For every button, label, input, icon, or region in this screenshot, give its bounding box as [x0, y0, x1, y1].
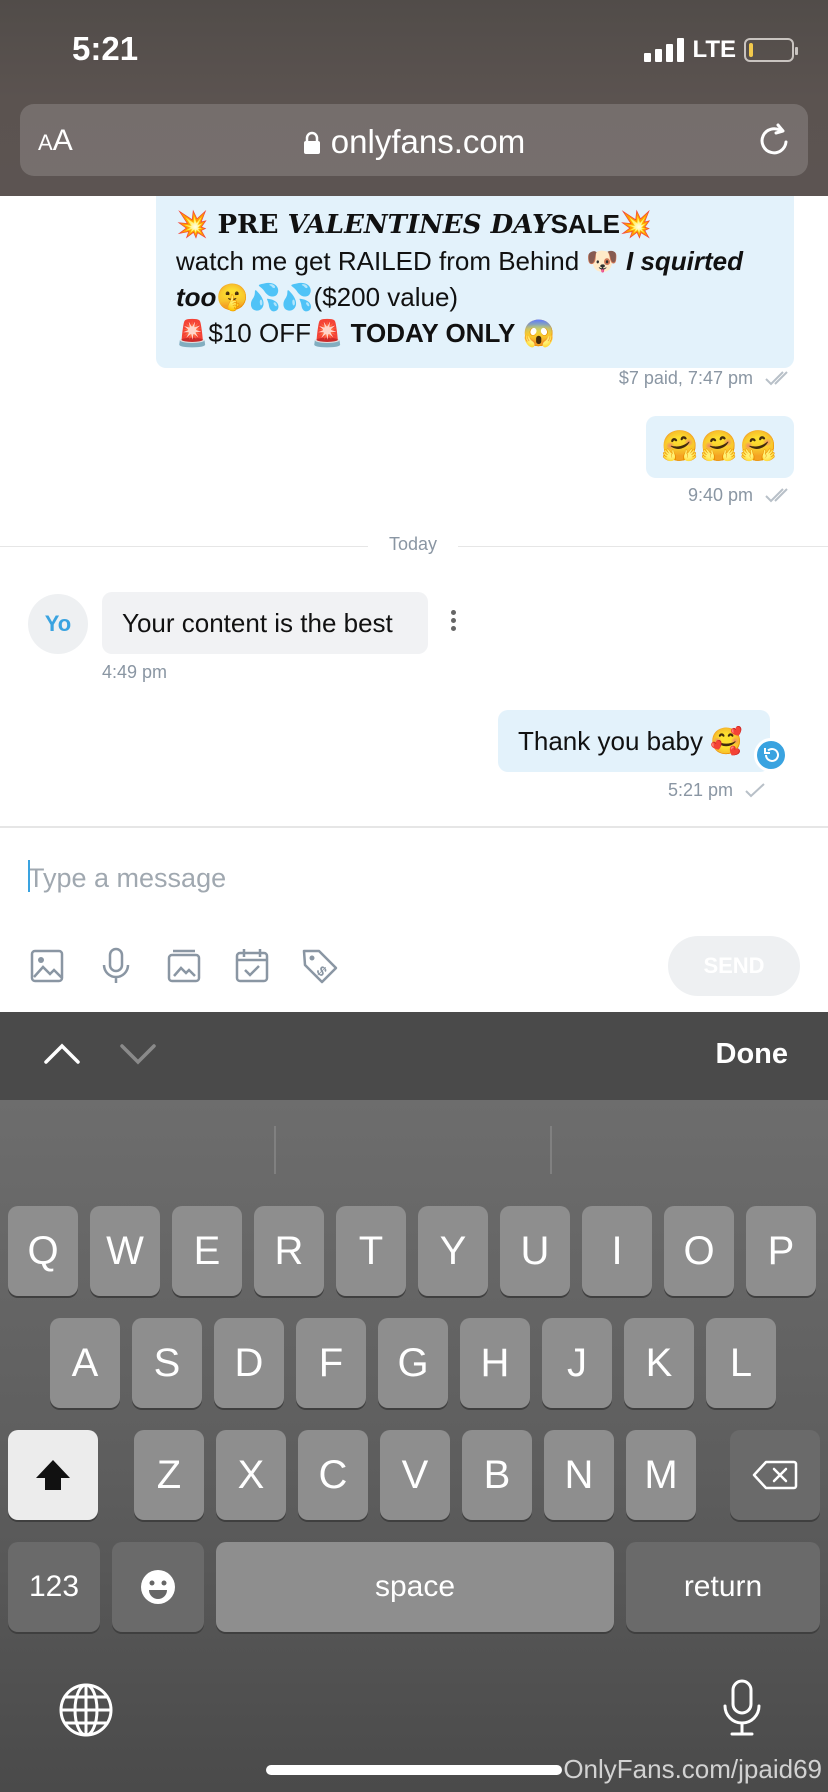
key-b[interactable]: B: [462, 1430, 532, 1520]
space-key[interactable]: space: [216, 1542, 614, 1632]
status-time: 5:21: [72, 30, 139, 67]
key-j[interactable]: J: [542, 1318, 612, 1408]
key-g[interactable]: G: [378, 1318, 448, 1408]
promo-message-bubble[interactable]: 💥 PRE VALENTINES DAYSALE💥 watch me get R…: [156, 196, 794, 368]
key-y[interactable]: Y: [418, 1206, 488, 1296]
emoji-key[interactable]: [112, 1542, 204, 1632]
key-u[interactable]: U: [500, 1206, 570, 1296]
key-f[interactable]: F: [296, 1318, 366, 1408]
promo-line-2: watch me get RAILED from Behind 🐶 I squi…: [176, 246, 744, 276]
calendar-check-icon[interactable]: [232, 946, 272, 986]
promo-line-4: 🚨$10 OFF🚨 TODAY ONLY 😱: [176, 318, 555, 348]
microphone-icon[interactable]: [96, 946, 136, 986]
double-check-icon: [765, 371, 788, 386]
undo-icon[interactable]: [754, 738, 788, 772]
key-t[interactable]: T: [336, 1206, 406, 1296]
check-icon: [745, 783, 765, 798]
vault-icon[interactable]: [164, 946, 204, 986]
key-r[interactable]: R: [254, 1206, 324, 1296]
key-i[interactable]: I: [582, 1206, 652, 1296]
date-divider-label: Today: [368, 534, 458, 555]
promo-line-1: 💥 PRE VALENTINES DAYSALE💥: [176, 209, 653, 240]
globe-icon[interactable]: [58, 1682, 114, 1738]
double-check-icon: [765, 488, 788, 503]
signal-icon: [644, 38, 685, 62]
key-q[interactable]: Q: [8, 1206, 78, 1296]
address-bar[interactable]: AA onlyfans.com: [20, 104, 808, 176]
outgoing-message-bubble[interactable]: Thank you baby 🥰: [498, 710, 770, 772]
delete-key[interactable]: [730, 1430, 820, 1520]
key-l[interactable]: L: [706, 1318, 776, 1408]
key-o[interactable]: O: [664, 1206, 734, 1296]
key-x[interactable]: X: [216, 1430, 286, 1520]
key-v[interactable]: V: [380, 1430, 450, 1520]
key-n[interactable]: N: [544, 1430, 614, 1520]
promo-line-3: too🤫💦💦($200 value): [176, 282, 459, 312]
message-input[interactable]: [28, 858, 628, 898]
key-k[interactable]: K: [624, 1318, 694, 1408]
message-thread[interactable]: 💥 PRE VALENTINES DAYSALE💥 watch me get R…: [0, 196, 828, 826]
key-a[interactable]: A: [50, 1318, 120, 1408]
key-z[interactable]: Z: [134, 1430, 204, 1520]
reload-icon[interactable]: [758, 122, 792, 158]
key-h[interactable]: H: [460, 1318, 530, 1408]
avatar[interactable]: Yo: [28, 594, 88, 654]
return-key[interactable]: return: [626, 1542, 820, 1632]
backspace-icon: [752, 1460, 798, 1490]
dictation-mic-icon[interactable]: [722, 1678, 762, 1738]
keyboard: QWERTYUIOP ASDFGHJKL ZXCVBNM 123 space r…: [0, 1100, 828, 1792]
price-tag-icon[interactable]: $: [300, 946, 340, 986]
keyboard-accessory-bar: Done: [0, 1012, 828, 1100]
done-button[interactable]: Done: [716, 1038, 789, 1071]
outgoing-meta: 5:21 pm: [668, 780, 766, 801]
url-display[interactable]: onlyfans.com: [20, 123, 808, 161]
send-button[interactable]: SEND: [668, 936, 800, 996]
key-e[interactable]: E: [172, 1206, 242, 1296]
image-icon[interactable]: [28, 946, 68, 986]
more-options-icon[interactable]: [450, 610, 458, 634]
network-label: LTE: [692, 36, 736, 63]
status-indicators: LTE: [644, 36, 798, 64]
key-c[interactable]: C: [298, 1430, 368, 1520]
chevron-up-icon[interactable]: [42, 1038, 82, 1068]
browser-chrome: 5:21 LTE AA onlyfans.com: [0, 0, 828, 196]
shift-key[interactable]: [8, 1430, 98, 1520]
watermark-text: OnlyFans.com/jpaid69: [563, 1754, 822, 1784]
chevron-down-icon[interactable]: [118, 1038, 158, 1068]
key-w[interactable]: W: [90, 1206, 160, 1296]
emoji-message-bubble[interactable]: 🤗🤗🤗: [646, 416, 794, 478]
incoming-message-bubble[interactable]: Your content is the best: [102, 592, 428, 654]
text-caret: [28, 860, 30, 892]
key-p[interactable]: P: [746, 1206, 816, 1296]
key-s[interactable]: S: [132, 1318, 202, 1408]
message-composer: $ SEND: [0, 826, 828, 1012]
battery-icon: [744, 38, 798, 62]
shift-arrow-icon: [36, 1460, 70, 1490]
home-indicator[interactable]: [266, 1765, 562, 1775]
suggestion-divider: [274, 1126, 276, 1174]
emoji-face-icon: [141, 1570, 175, 1604]
key-m[interactable]: M: [626, 1430, 696, 1520]
emoji-meta: 9:40 pm: [688, 485, 794, 506]
lock-icon: [303, 131, 320, 154]
url-text: onlyfans.com: [330, 123, 526, 160]
promo-meta: $7 paid, 7:47 pm: [619, 368, 794, 389]
incoming-meta: 4:49 pm: [102, 662, 168, 682]
key-d[interactable]: D: [214, 1318, 284, 1408]
numbers-key[interactable]: 123: [8, 1542, 100, 1632]
suggestion-divider: [550, 1126, 552, 1174]
